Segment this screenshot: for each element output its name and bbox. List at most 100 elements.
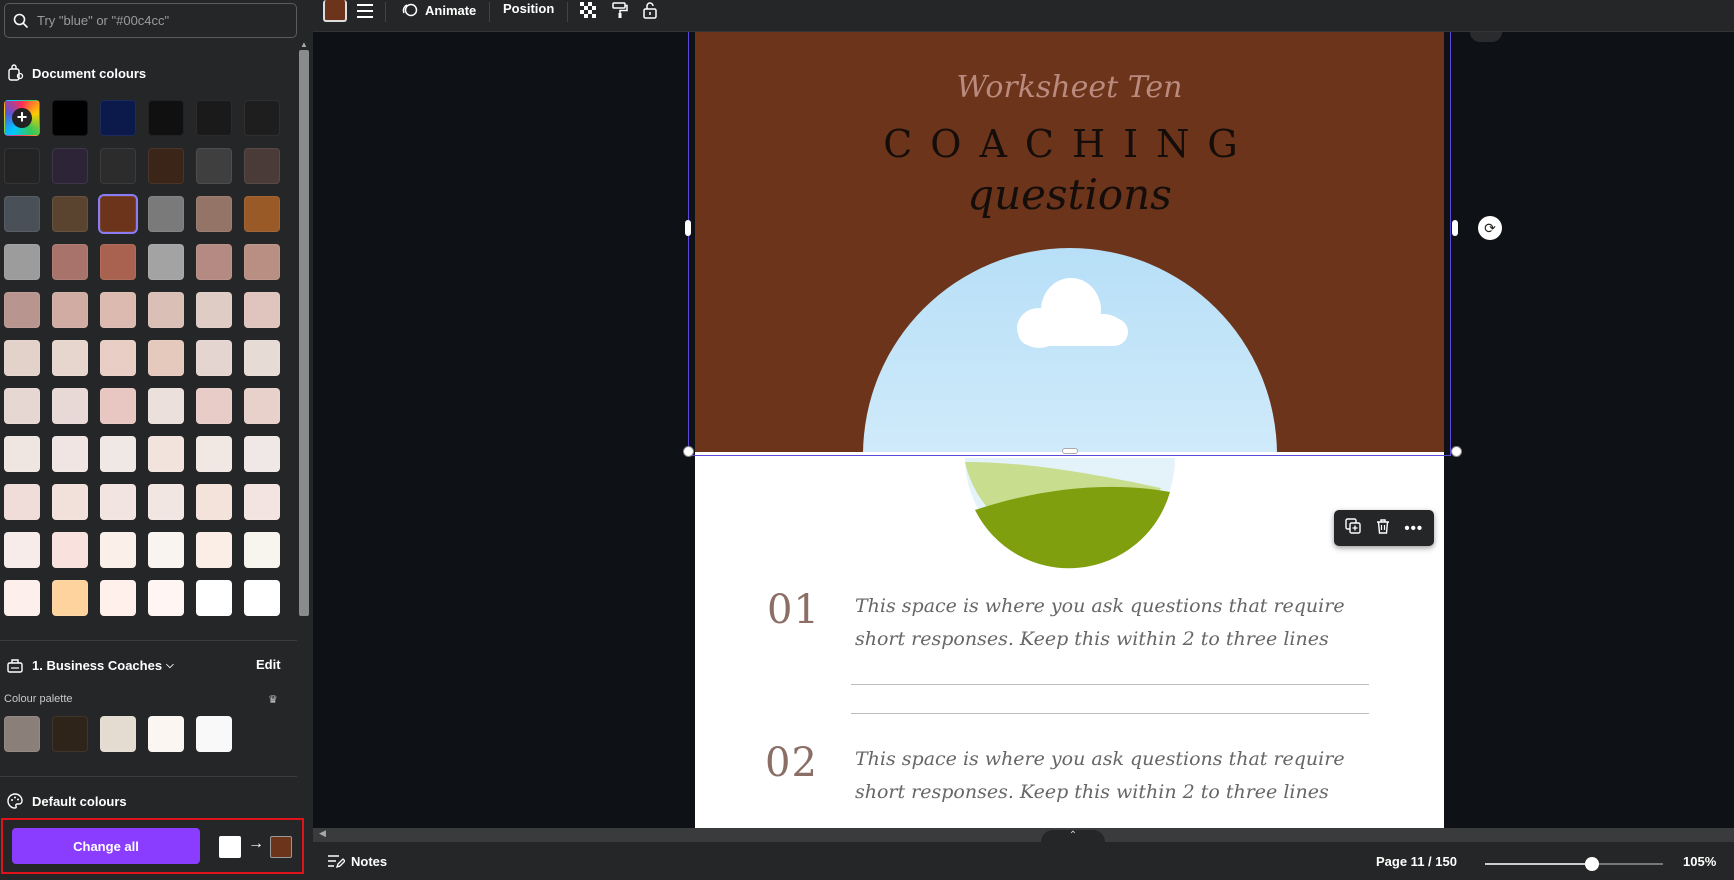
colour-swatch[interactable] xyxy=(52,292,88,328)
colour-swatch[interactable] xyxy=(52,580,88,616)
colour-swatch[interactable] xyxy=(4,388,40,424)
animate-button[interactable]: Animate xyxy=(401,1,476,19)
colour-swatch[interactable] xyxy=(100,244,136,280)
panel-scrollbar[interactable]: ▲ xyxy=(297,38,313,828)
scrollbar-thumb[interactable] xyxy=(299,50,309,616)
line-style-icon[interactable] xyxy=(356,2,374,25)
colour-swatch[interactable] xyxy=(4,532,40,568)
colour-swatch[interactable] xyxy=(196,340,232,376)
colour-swatch[interactable] xyxy=(244,580,280,616)
more-options-icon[interactable]: ••• xyxy=(1404,520,1423,537)
colour-swatch[interactable] xyxy=(244,388,280,424)
chevron-down-icon[interactable]: ⌵ xyxy=(166,660,174,671)
colour-swatch[interactable] xyxy=(244,532,280,568)
brand-colour-swatch[interactable] xyxy=(52,716,88,752)
colour-swatch[interactable] xyxy=(148,100,184,136)
scroll-left-icon[interactable]: ◀ xyxy=(319,828,326,839)
colour-swatch[interactable] xyxy=(196,100,232,136)
question-text[interactable]: This space is where you ask questions th… xyxy=(855,590,1375,656)
colour-swatch[interactable] xyxy=(196,484,232,520)
transparency-icon[interactable] xyxy=(579,1,597,24)
brand-colour-swatch[interactable] xyxy=(100,716,136,752)
colour-swatch[interactable] xyxy=(52,244,88,280)
colour-swatch[interactable] xyxy=(52,100,88,136)
colour-swatch[interactable] xyxy=(148,436,184,472)
colour-swatch[interactable] xyxy=(100,340,136,376)
colour-swatch[interactable] xyxy=(196,532,232,568)
colour-swatch[interactable] xyxy=(196,196,232,232)
colour-swatch[interactable] xyxy=(148,292,184,328)
colour-swatch[interactable] xyxy=(196,580,232,616)
colour-swatch[interactable] xyxy=(148,388,184,424)
colour-swatch[interactable] xyxy=(100,100,136,136)
colour-swatch[interactable] xyxy=(244,196,280,232)
notes-button[interactable]: Notes xyxy=(327,853,387,869)
brand-kit-header[interactable]: 1. Business Coaches ⌵ xyxy=(6,656,174,674)
colour-swatch[interactable] xyxy=(196,436,232,472)
colour-swatch[interactable] xyxy=(4,196,40,232)
colour-swatch[interactable] xyxy=(52,484,88,520)
colour-swatch[interactable] xyxy=(100,580,136,616)
colour-swatch[interactable] xyxy=(196,292,232,328)
change-all-button[interactable]: Change all xyxy=(12,828,200,864)
colour-swatch[interactable] xyxy=(196,244,232,280)
page-indicator[interactable]: Page 11 / 150 xyxy=(1376,854,1457,869)
colour-swatch[interactable] xyxy=(52,148,88,184)
zoom-slider-knob[interactable] xyxy=(1584,857,1599,871)
design-page[interactable]: Worksheet Ten COACHING questions 01 This… xyxy=(695,32,1444,828)
colour-search[interactable] xyxy=(4,3,297,38)
trash-icon[interactable] xyxy=(1375,518,1391,538)
colour-swatch[interactable] xyxy=(52,388,88,424)
rotate-icon[interactable]: ⟳ xyxy=(1478,216,1502,240)
colour-swatch[interactable] xyxy=(196,148,232,184)
sky-landscape-illustration[interactable] xyxy=(863,248,1277,588)
colour-swatch[interactable] xyxy=(244,436,280,472)
zoom-level[interactable]: 105% xyxy=(1683,854,1716,869)
colour-swatch[interactable] xyxy=(4,340,40,376)
position-button[interactable]: Position xyxy=(503,1,554,16)
colour-swatch[interactable] xyxy=(100,484,136,520)
resize-handle-bottom[interactable] xyxy=(1062,448,1078,454)
colour-swatch[interactable] xyxy=(52,436,88,472)
colour-swatch[interactable] xyxy=(100,388,136,424)
colour-swatch[interactable] xyxy=(244,100,280,136)
resize-handle-bottom-left[interactable] xyxy=(683,446,694,457)
paint-roller-icon[interactable] xyxy=(611,1,629,24)
script-title[interactable]: questions xyxy=(695,170,1444,219)
question-number[interactable]: 02 xyxy=(765,740,818,786)
colour-swatch[interactable] xyxy=(4,244,40,280)
page-title[interactable]: COACHING xyxy=(695,122,1444,166)
colour-swatch[interactable] xyxy=(52,532,88,568)
add-colour-button[interactable]: + xyxy=(4,100,40,136)
colour-swatch[interactable] xyxy=(244,340,280,376)
colour-swatch[interactable] xyxy=(244,244,280,280)
resize-handle-right[interactable] xyxy=(1452,220,1458,236)
colour-swatch[interactable] xyxy=(4,148,40,184)
colour-swatch[interactable] xyxy=(148,196,184,232)
brand-colour-swatch[interactable] xyxy=(148,716,184,752)
colour-swatch[interactable] xyxy=(52,196,88,232)
resize-handle-bottom-right[interactable] xyxy=(1451,446,1462,457)
colour-swatch[interactable] xyxy=(4,436,40,472)
brand-colour-swatch[interactable] xyxy=(196,716,232,752)
resize-handle-left[interactable] xyxy=(685,220,691,236)
colour-swatch[interactable] xyxy=(196,388,232,424)
colour-swatch[interactable] xyxy=(148,148,184,184)
colour-swatch[interactable] xyxy=(100,292,136,328)
colour-swatch[interactable] xyxy=(52,340,88,376)
colour-swatch[interactable] xyxy=(244,292,280,328)
colour-swatch[interactable] xyxy=(4,292,40,328)
brand-kit-edit-link[interactable]: Edit xyxy=(256,657,281,672)
colour-swatch[interactable] xyxy=(244,148,280,184)
page-strip-toggle[interactable]: ⌃ xyxy=(1041,830,1105,842)
colour-swatch[interactable] xyxy=(100,532,136,568)
colour-swatch[interactable] xyxy=(148,532,184,568)
brand-colour-swatch[interactable] xyxy=(4,716,40,752)
page-options-tab[interactable] xyxy=(1470,32,1502,42)
colour-swatch[interactable] xyxy=(100,148,136,184)
scroll-up-icon[interactable]: ▲ xyxy=(300,40,308,49)
colour-swatch[interactable] xyxy=(148,340,184,376)
worksheet-subtitle[interactable]: Worksheet Ten xyxy=(695,70,1444,105)
colour-swatch[interactable] xyxy=(244,484,280,520)
colour-swatch[interactable] xyxy=(148,580,184,616)
